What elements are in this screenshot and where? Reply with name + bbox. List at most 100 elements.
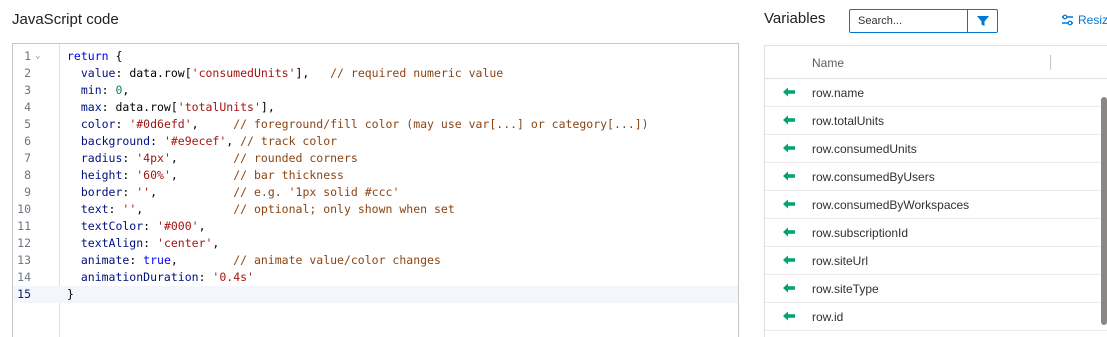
variable-name: row.totalUnits bbox=[812, 114, 885, 128]
code-token: , bbox=[191, 117, 234, 131]
code-token: '' bbox=[136, 185, 151, 199]
line-number: 14 bbox=[17, 270, 31, 284]
line-number: 15 bbox=[17, 287, 31, 301]
code-token: max bbox=[67, 100, 102, 114]
code-line[interactable]: 11 textColor: '#000', bbox=[13, 218, 738, 235]
code-line[interactable]: 8 height: '60%', // bar thickness bbox=[13, 167, 738, 184]
insert-arrow-icon[interactable] bbox=[782, 310, 796, 322]
code-token: : bbox=[115, 117, 130, 131]
code-text: min: 0, bbox=[67, 82, 130, 99]
code-token: // foreground/fill color (may use var[..… bbox=[233, 117, 649, 131]
code-line[interactable]: 6 background: '#e9ecef', // track color bbox=[13, 133, 738, 150]
code-line[interactable]: 15} bbox=[13, 286, 738, 303]
insert-arrow-icon[interactable] bbox=[782, 254, 796, 266]
insert-arrow-icon[interactable] bbox=[782, 114, 796, 126]
code-token: background bbox=[67, 134, 151, 148]
variable-name: row.name bbox=[812, 86, 865, 100]
code-token: , bbox=[170, 253, 234, 267]
insert-arrow-icon[interactable] bbox=[782, 198, 796, 210]
code-token: 'center' bbox=[157, 236, 213, 250]
code-token: // track color bbox=[240, 134, 338, 148]
variable-row[interactable]: row.siteType bbox=[765, 275, 1107, 303]
filter-button[interactable] bbox=[967, 10, 997, 32]
javascript-code-title: JavaScript code bbox=[12, 11, 119, 28]
code-editor[interactable]: 1 ⌄ return {2 value: data.row['consumedUni… bbox=[12, 43, 739, 337]
insert-arrow-icon[interactable] bbox=[782, 142, 796, 154]
code-token: '' bbox=[122, 202, 137, 216]
resize-button[interactable]: Resize bbox=[1061, 13, 1107, 27]
code-token: { bbox=[108, 49, 123, 63]
code-token: animationDuration bbox=[67, 270, 199, 284]
code-text: animationDuration: '0.4s' bbox=[67, 269, 254, 286]
code-text: text: '', // optional; only shown when s… bbox=[67, 201, 455, 218]
line-number: 12 bbox=[17, 236, 31, 250]
name-column-header[interactable]: Name bbox=[812, 56, 844, 70]
code-token: height bbox=[67, 168, 123, 182]
code-token: : bbox=[101, 83, 116, 97]
code-line[interactable]: 3 min: 0, bbox=[13, 82, 738, 99]
variable-name: row.subscriptionId bbox=[812, 226, 909, 240]
column-divider[interactable] bbox=[1050, 55, 1051, 70]
variable-row[interactable]: row.id bbox=[765, 303, 1107, 331]
code-token: '#000' bbox=[157, 219, 199, 233]
code-line[interactable]: 14 animationDuration: '0.4s' bbox=[13, 269, 738, 286]
code-line[interactable]: 12 textAlign: 'center', bbox=[13, 235, 738, 252]
code-line[interactable]: 5 color: '#0d6efd', // foreground/fill c… bbox=[13, 116, 738, 133]
variable-row[interactable]: row.siteUrl bbox=[765, 247, 1107, 275]
code-line[interactable]: 9 border: '', // e.g. '1px solid #ccc' bbox=[13, 184, 738, 201]
code-line[interactable]: 4 max: data.row['totalUnits'], bbox=[13, 99, 738, 116]
code-token: ], bbox=[260, 100, 275, 114]
code-token: } bbox=[67, 287, 74, 301]
code-token: // rounded corners bbox=[233, 151, 358, 165]
code-line[interactable]: 10 text: '', // optional; only shown whe… bbox=[13, 201, 738, 218]
code-line[interactable]: 13 animate: true, // animate value/color… bbox=[13, 252, 738, 269]
search-input[interactable] bbox=[850, 10, 970, 32]
code-token: color bbox=[67, 117, 116, 131]
code-token: 'consumedUnits' bbox=[191, 66, 296, 80]
code-text: height: '60%', // bar thickness bbox=[67, 167, 344, 184]
code-line[interactable]: 1 ⌄ return { bbox=[13, 48, 738, 65]
code-token: , bbox=[170, 151, 234, 165]
code-token: : data.row[ bbox=[101, 100, 178, 114]
code-line[interactable]: 7 radius: '4px', // rounded corners bbox=[13, 150, 738, 167]
code-text: background: '#e9ecef', // track color bbox=[67, 133, 337, 150]
code-text: animate: true, // animate value/color ch… bbox=[67, 252, 441, 269]
variable-row[interactable]: row.consumedByUsers bbox=[765, 163, 1107, 191]
line-number: 13 bbox=[17, 253, 31, 267]
code-token: '0.4s' bbox=[212, 270, 254, 284]
fold-chevron-icon[interactable]: ⌄ bbox=[35, 48, 40, 65]
variable-row[interactable]: row.totalUnits bbox=[765, 107, 1107, 135]
line-number: 10 bbox=[17, 202, 31, 216]
insert-arrow-icon[interactable] bbox=[782, 86, 796, 98]
code-token: , bbox=[212, 236, 220, 250]
code-token: animate bbox=[67, 253, 130, 267]
code-token: value bbox=[67, 66, 116, 80]
line-number: 9 bbox=[24, 185, 31, 199]
variables-header: Name bbox=[765, 46, 1107, 79]
code-token: : bbox=[143, 236, 158, 250]
code-token: , bbox=[150, 185, 234, 199]
scrollbar-thumb[interactable] bbox=[1101, 97, 1107, 325]
variable-row[interactable]: row.name bbox=[765, 79, 1107, 107]
line-number: 4 bbox=[24, 100, 31, 114]
variable-row[interactable]: row.subscriptionId bbox=[765, 219, 1107, 247]
insert-arrow-icon[interactable] bbox=[782, 226, 796, 238]
code-token: true bbox=[143, 253, 171, 267]
code-token: '#0d6efd' bbox=[129, 117, 192, 131]
variables-list: Name row.name row.totalUnits row.consumedU… bbox=[764, 45, 1107, 337]
variable-row[interactable]: row.consumedUnits bbox=[765, 135, 1107, 163]
code-text: } bbox=[67, 286, 74, 303]
insert-arrow-icon[interactable] bbox=[782, 170, 796, 182]
code-line[interactable]: 2 value: data.row['consumedUnits'], // r… bbox=[13, 65, 738, 82]
code-token: min bbox=[67, 83, 102, 97]
code-token: textAlign bbox=[67, 236, 144, 250]
insert-arrow-icon[interactable] bbox=[782, 282, 796, 294]
code-token: // bar thickness bbox=[233, 168, 344, 182]
line-number: 5 bbox=[24, 117, 31, 131]
code-text: value: data.row['consumedUnits'], // req… bbox=[67, 65, 503, 82]
variables-search[interactable] bbox=[849, 9, 998, 33]
code-token: , bbox=[170, 168, 234, 182]
variable-row[interactable]: row.consumedByWorkspaces bbox=[765, 191, 1107, 219]
code-text: color: '#0d6efd', // foreground/fill col… bbox=[67, 116, 649, 133]
code-text: radius: '4px', // rounded corners bbox=[67, 150, 358, 167]
